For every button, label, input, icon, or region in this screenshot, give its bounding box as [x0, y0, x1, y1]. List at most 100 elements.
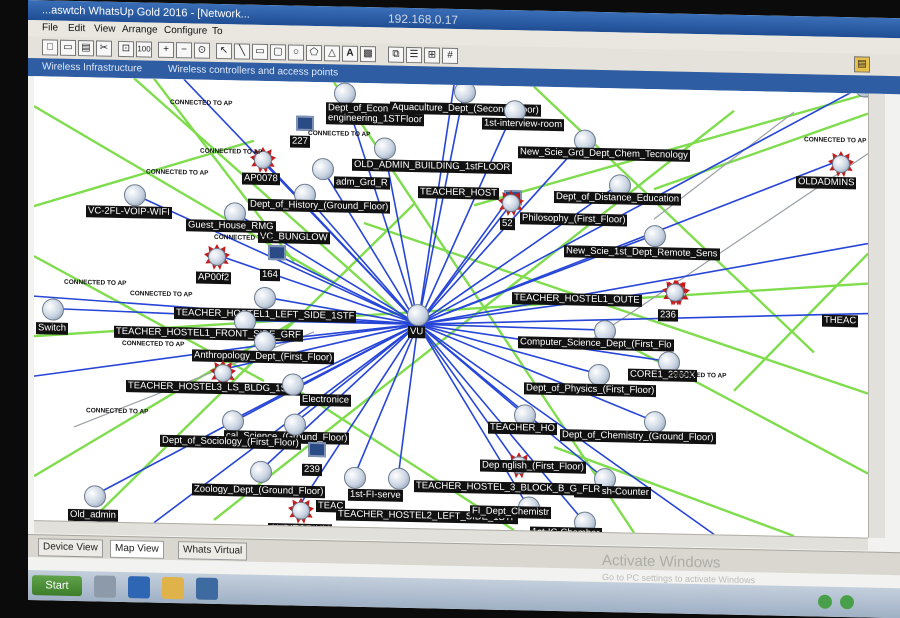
node-label-vc-voip[interactable]: VC-2FL-VOIP-WIFI [86, 205, 172, 220]
node-label-teacher-ho[interactable]: TEACHER_HO [488, 421, 557, 436]
computer-icon[interactable] [296, 115, 314, 131]
zoom-out-icon[interactable]: − [176, 42, 192, 59]
explorer-icon[interactable] [162, 576, 184, 600]
access-point-icon[interactable] [644, 224, 666, 248]
node-label-dept-english[interactable]: Dep nglish_(First_Floor) [480, 459, 586, 474]
zoom-in-icon[interactable]: + [158, 41, 174, 59]
start-button[interactable]: Start [32, 575, 82, 597]
node-label-philosophy[interactable]: Philosophy_(First_Floor) [520, 212, 628, 227]
arrange-icon[interactable]: ⧉ [388, 46, 404, 63]
ellipse-icon[interactable]: ○ [288, 44, 304, 61]
access-point-icon[interactable] [124, 184, 146, 207]
connected-to-ap-note: CONNECTED TO AP [804, 136, 867, 145]
menu-arrange[interactable]: Arrange [122, 24, 158, 36]
node-label-ap0078[interactable]: AP0078 [242, 172, 280, 186]
folder-icon[interactable]: ▤ [854, 56, 870, 73]
computer-icon[interactable] [308, 441, 326, 458]
node-label-1st-fl-server[interactable]: 1st-FI-serve [348, 488, 403, 502]
network-map[interactable]: VUSW_CISCO2960X_SCIENCE_NEW_10GDept_of_E… [34, 76, 868, 538]
status-tray-icon[interactable] [840, 595, 854, 610]
node-count-236[interactable]: 236 [658, 309, 678, 322]
computer-icon[interactable] [268, 245, 286, 261]
node-label-electronics[interactable]: Electronice [300, 393, 351, 407]
node-label-theac[interactable]: THEAC [822, 314, 859, 328]
zoom-fit-icon[interactable]: ⊙ [194, 42, 210, 59]
open-icon[interactable]: ▭ [60, 39, 76, 57]
access-point-icon [502, 193, 520, 213]
whatsup-gold-icon[interactable] [196, 577, 218, 600]
polygon-icon[interactable]: ⬠ [306, 44, 322, 62]
access-point-icon[interactable] [282, 373, 304, 396]
group-selector[interactable]: Wireless Infrastructure [42, 61, 142, 74]
menu-edit[interactable]: Edit [68, 23, 85, 34]
connected-to-ap-note: CONNECTED TO AP [308, 129, 371, 139]
access-point-icon [214, 363, 232, 383]
node-label-interview[interactable]: 1st-interview-room [482, 117, 565, 132]
access-point-icon[interactable] [388, 467, 410, 491]
access-point-icon[interactable] [312, 157, 334, 181]
access-point-icon [666, 283, 684, 302]
node-label-ap00f2[interactable]: AP00f2 [196, 271, 232, 285]
network-tray-icon[interactable] [818, 594, 832, 609]
node-count-227[interactable]: 227 [290, 135, 310, 148]
grid-icon[interactable]: # [442, 47, 458, 65]
node-label-fl-dept-chemistry[interactable]: FI_Dept_Chemistr [470, 505, 552, 519]
image-icon[interactable]: ▩ [360, 45, 376, 63]
connected-to-ap-note: CONNECTED TO AP [122, 339, 185, 349]
align-icon[interactable]: ☰ [406, 46, 422, 64]
access-point-icon[interactable] [374, 137, 396, 160]
node-label-engineering[interactable]: engineering_1STFloor [326, 112, 425, 127]
tab-map-view[interactable]: Map View [110, 539, 164, 559]
node-label-vu[interactable]: VU [408, 325, 426, 339]
computer-icon[interactable] [94, 575, 116, 598]
connected-to-ap-note: CONNECTED TO AP [130, 290, 193, 299]
menu-configure[interactable]: Configure [164, 25, 207, 37]
access-point-icon[interactable] [250, 460, 272, 484]
powershell-icon[interactable] [128, 576, 150, 599]
node-count-164[interactable]: 164 [260, 268, 280, 282]
access-point-icon[interactable] [84, 485, 106, 508]
remote-address: 192.168.0.17 [388, 11, 459, 28]
vertical-scrollbar[interactable] [868, 93, 885, 538]
node-count-239[interactable]: 239 [302, 463, 322, 477]
access-point-icon[interactable] [344, 466, 366, 490]
connected-to-ap-note: CONNECTED TO AP [64, 278, 127, 288]
monitor-screen: ...aswtch WhatsUp Gold 2016 - [Network..… [28, 0, 900, 618]
rounded-rect-icon[interactable]: ▢ [270, 44, 286, 61]
cut-icon[interactable]: ✂ [96, 40, 112, 57]
access-point-icon[interactable] [284, 413, 306, 436]
menu-file[interactable]: File [42, 22, 58, 33]
core-link [417, 90, 465, 325]
access-point-icon [208, 247, 226, 267]
node-label-teacher-host[interactable]: TEACHER_HOST [418, 186, 500, 200]
tab-whats-virtual[interactable]: Whats Virtual [178, 541, 248, 561]
node-label-oldadmins[interactable]: OLDADMINS [796, 176, 857, 190]
core-link [417, 323, 605, 331]
access-point-icon[interactable] [254, 286, 276, 310]
access-point-icon[interactable] [42, 298, 64, 321]
new-icon[interactable]: □ [42, 39, 58, 56]
line-icon[interactable]: ╲ [234, 43, 250, 60]
link-layer [34, 77, 868, 538]
connected-to-ap-note: CONNECTED TO AP [664, 371, 727, 380]
node-count-52[interactable]: 52 [500, 217, 515, 231]
select-icon[interactable]: ↖ [216, 42, 232, 60]
menu-tools[interactable]: To [212, 26, 223, 37]
lock-icon[interactable]: ⊡ [118, 40, 134, 58]
access-point-icon [832, 154, 850, 174]
node-label-adm-grd[interactable]: adm_Grd_R [334, 176, 390, 190]
connected-to-ap-note: CONNECTED TO AP [86, 407, 149, 416]
print-icon[interactable]: ▤ [78, 40, 94, 57]
triangle-icon[interactable]: △ [324, 45, 340, 62]
zoom-level[interactable]: 100 [136, 41, 152, 58]
node-label-old-admin[interactable]: Old_admin [68, 508, 118, 522]
watermark-title: Activate Windows [602, 552, 721, 572]
tab-device-view[interactable]: Device View [38, 538, 103, 558]
text-icon[interactable]: A [342, 45, 358, 62]
node-label-switch[interactable]: Switch [36, 322, 68, 335]
rectangle-icon[interactable]: ▭ [252, 43, 268, 61]
menu-view[interactable]: View [94, 23, 116, 34]
group-icon[interactable]: ⊞ [424, 47, 440, 64]
core-switch-icon[interactable] [407, 303, 429, 327]
access-point-icon [292, 501, 310, 520]
